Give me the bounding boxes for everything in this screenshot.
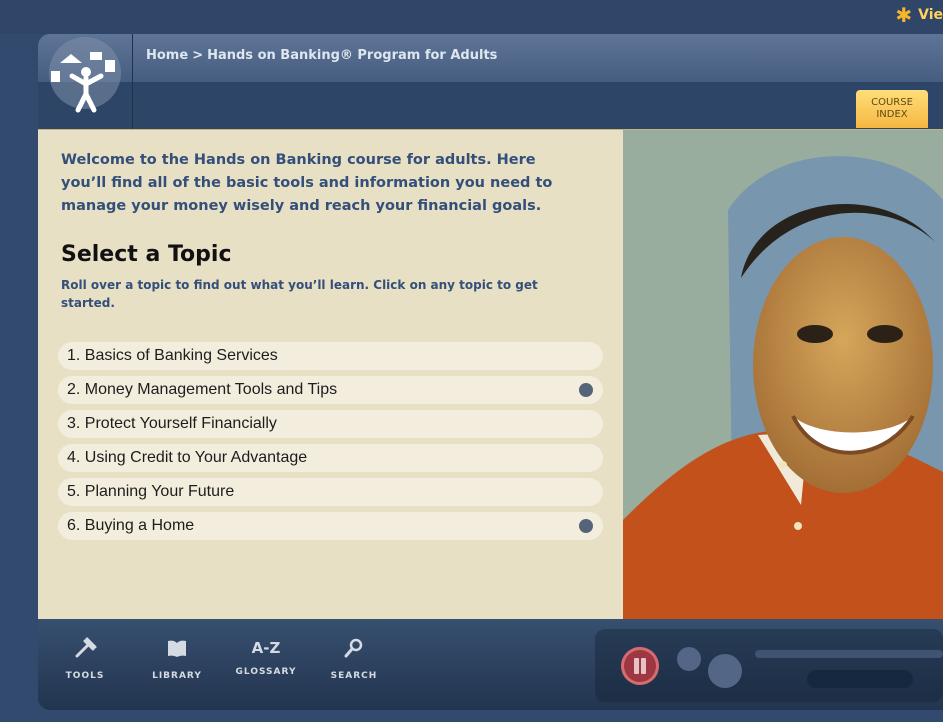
topic-label: 5. Planning Your Future [67,483,235,500]
topic-item-2[interactable]: 2. Money Management Tools and Tips [58,376,603,404]
top-strip [0,0,943,34]
topic-label: 4. Using Credit to Your Advantage [67,449,308,466]
topic-list: 1. Basics of Banking Services 2. Money M… [58,342,603,546]
topic-item-1[interactable]: 1. Basics of Banking Services [58,342,603,370]
topic-item-6[interactable]: 6. Buying a Home [58,512,603,540]
media-player [595,629,943,702]
volume-track[interactable] [807,670,913,688]
view-link-label: Vie [918,7,943,23]
app-frame: Home > Hands on Banking® Program for Adult… [38,34,943,710]
library-label: LIBRARY [152,671,202,681]
course-index-button[interactable]: COURSE INDEX [856,90,928,128]
instruction-text: Roll over a topic to find out what you’l… [61,278,538,310]
footer-toolbar: TOOLS LIBRARY A-Z GLOSSARY SEARCH [38,619,943,710]
view-link[interactable]: ✱ Vie [895,5,943,25]
asterisk-icon: ✱ [895,3,913,27]
search-label: SEARCH [330,671,378,681]
breadcrumb-separator: > [192,48,204,63]
breadcrumb-home[interactable]: Home [146,48,188,63]
page-title: Select a Topic [61,242,232,267]
main-content: Welcome to the Hands on Banking course f… [38,129,943,620]
topic-item-5[interactable]: 5. Planning Your Future [58,478,603,506]
tools-label: TOOLS [65,671,105,681]
search-button[interactable]: SEARCH [319,637,389,681]
intro-text: Welcome to the Hands on Banking course f… [61,152,553,214]
book-icon [168,640,186,657]
library-button[interactable]: LIBRARY [142,637,212,681]
course-index-line2: INDEX [876,109,908,120]
logo[interactable] [38,34,133,129]
presenter-photo [623,130,943,620]
glossary-button[interactable]: A-Z GLOSSARY [231,637,301,677]
topic-item-3[interactable]: 3. Protect Yourself Financially [58,410,603,438]
topic-label: 2. Money Management Tools and Tips [67,381,338,398]
topic-marker-dot [579,383,593,397]
search-icon [344,638,363,658]
header: Home > Hands on Banking® Program for Adult… [38,34,943,129]
az-icon: A-Z [251,639,281,657]
breadcrumb: Home > Hands on Banking® Program for Adult… [146,48,497,63]
glossary-label: GLOSSARY [235,667,297,677]
replay-icon[interactable] [677,647,701,671]
logo-icon [49,37,121,113]
topic-item-4[interactable]: 4. Using Credit to Your Advantage [58,444,603,472]
pause-button[interactable] [621,647,659,685]
tools-button[interactable]: TOOLS [50,637,120,681]
breadcrumb-current: Hands on Banking® Program for Adults [207,48,498,63]
progress-track[interactable] [755,650,943,658]
topic-label: 1. Basics of Banking Services [67,347,278,364]
topic-marker-dot [579,519,593,533]
topic-label: 3. Protect Yourself Financially [67,415,277,432]
course-index-line1: COURSE [871,97,913,108]
back-icon[interactable] [708,654,742,688]
topic-label: 6. Buying a Home [67,517,195,534]
hammer-icon [75,637,97,658]
